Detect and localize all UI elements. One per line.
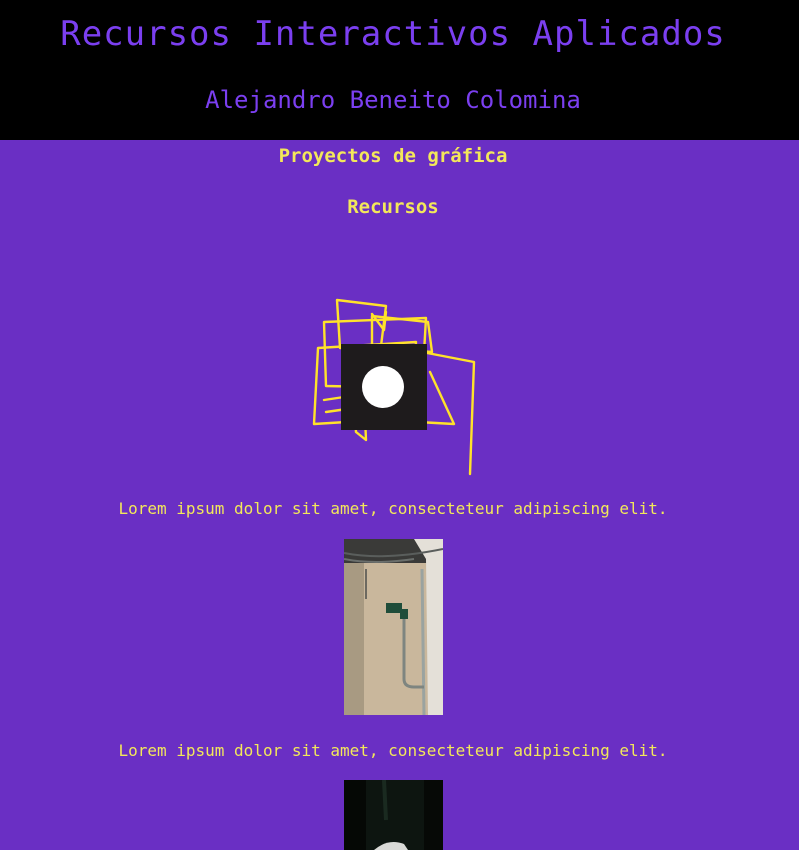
caption: Lorem ipsum dolor sit amet, consecteteur…: [118, 499, 668, 518]
site-header: Recursos Interactivos Aplicados Alejandr…: [0, 0, 799, 140]
dark-photo: [344, 780, 443, 850]
wall-photo-image: [344, 539, 443, 715]
dark-photo-image: [344, 780, 443, 850]
section-title: Proyectos de gráfica: [278, 145, 508, 167]
subsection-title: Recursos: [347, 196, 439, 218]
caption: Lorem ipsum dolor sit amet, consecteteur…: [118, 741, 668, 760]
wall-photo: [344, 539, 443, 715]
interactive-sketch-canvas[interactable]: [300, 290, 490, 480]
sketch-white-circle: [362, 366, 404, 408]
site-author: Alejandro Beneito Colomina: [205, 86, 581, 114]
site-title: Recursos Interactivos Aplicados: [60, 14, 726, 54]
